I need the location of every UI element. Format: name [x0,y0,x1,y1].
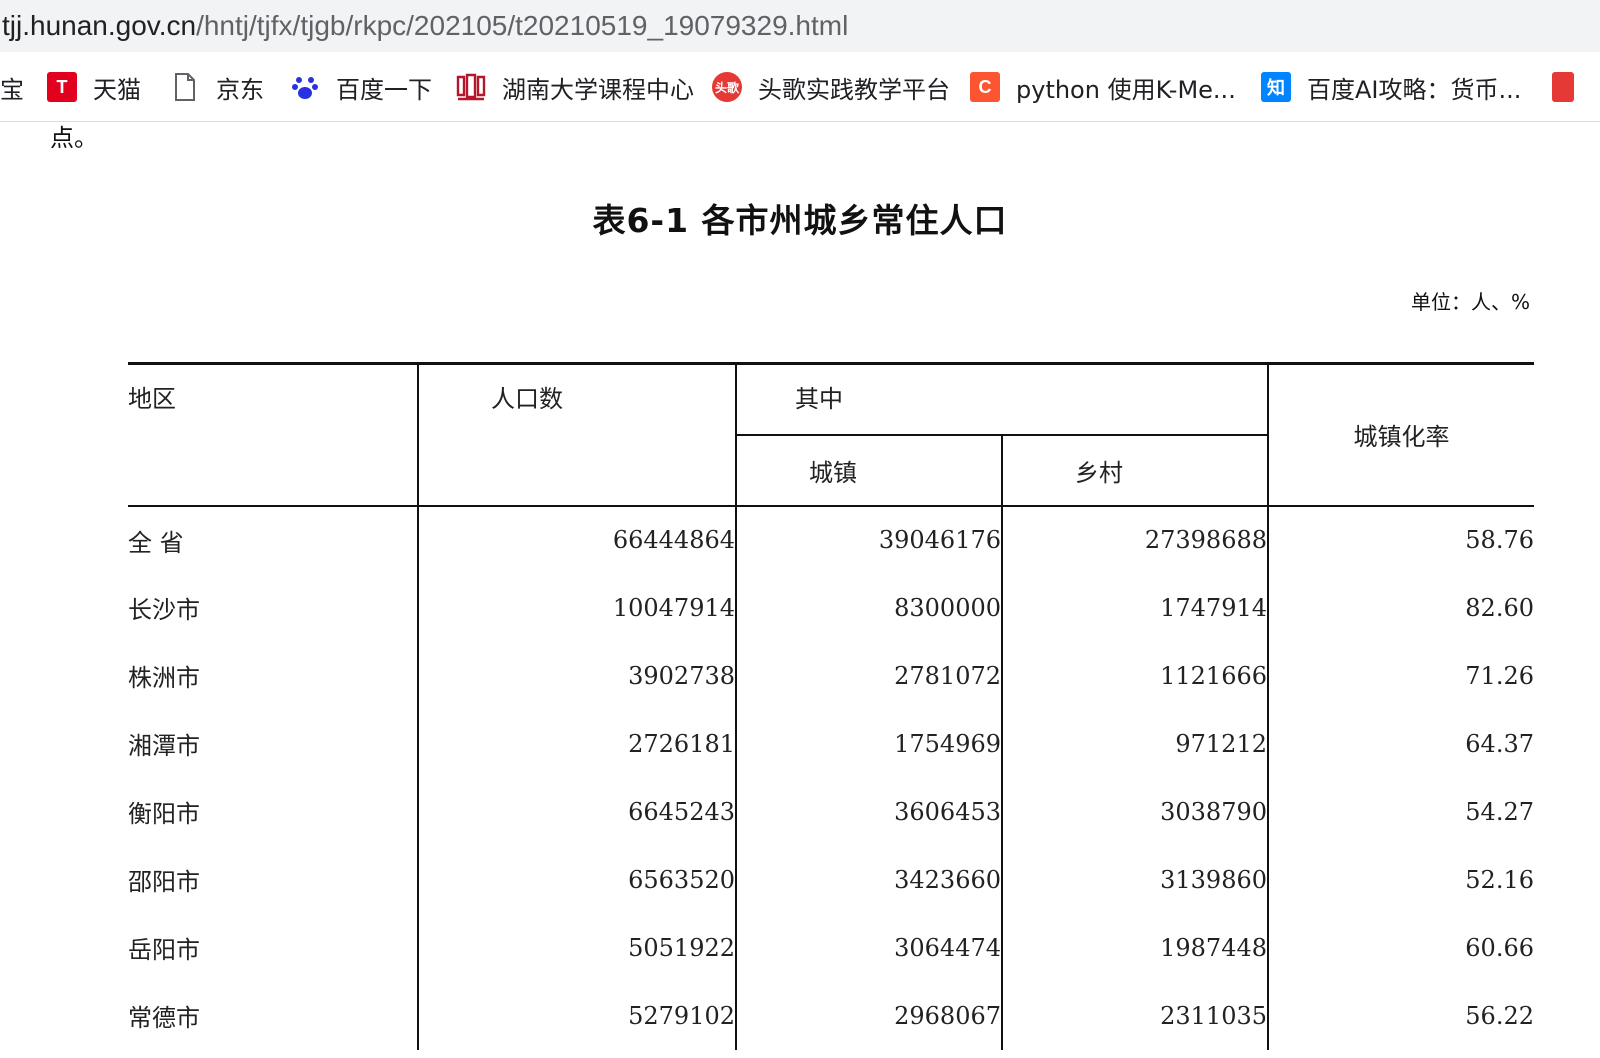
cell-rate: 58.76 [1267,505,1534,574]
table-row: 湘潭市 2726181 1754969 971212 64.37 [128,709,1534,778]
cell-population: 5279102 [417,981,736,1050]
cell-region: 常德市 [128,1004,200,1032]
bookmark-baidu[interactable]: 百度一下 [290,70,432,104]
cell-population: 6563520 [417,845,736,914]
bookmark-label: 宝 [0,75,24,104]
cell-rural: 3038790 [1001,777,1268,846]
cell-urban: 8300000 [735,573,1002,642]
bookmark-hnu[interactable]: 湖南大学课程中心 [456,70,694,104]
header-rural: 乡村 [1001,434,1268,507]
cell-rate: 60.66 [1267,913,1534,982]
header-of-which: 其中 [735,362,1268,436]
bookmark-partial[interactable]: 宝 [0,70,24,104]
hnu-logo-icon [456,72,486,102]
table-row: 衡阳市 6645243 3606453 3038790 54.27 [128,777,1534,846]
cell-urban: 3606453 [735,777,1002,846]
unit-label: 单位：人、% [1410,290,1530,314]
cell-rural: 971212 [1001,709,1268,778]
cell-region: 长沙市 [128,596,200,624]
table-row: 常德市 5279102 2968067 2311035 56.22 [128,981,1534,1050]
bookmark-tmall[interactable]: T 天猫 [47,70,141,104]
page-content: 点。 表6-1 各市州城乡常住人口 单位：人、% 地区 人口数 其中 城镇化率 … [0,122,1600,1058]
cell-urban: 1754969 [735,709,1002,778]
bookmarks-bar: 宝 T 天猫 京东 百度一下 湖南大学课程中心 头歌 头歌实践教学平台 C py… [0,52,1600,122]
header-region: 地区 [128,362,418,507]
cell-region: 全 省 [128,528,184,557]
bookmark-label: 天猫 [93,75,141,104]
baidu-paw-icon [290,72,320,102]
bookmark-zhihu[interactable]: 知 百度AI攻略：货币... [1261,70,1521,104]
bookmark-csdn[interactable]: C python 使用K-Me... [970,70,1236,104]
cell-population: 66444864 [417,505,736,574]
table-title: 表6-1 各市州城乡常住人口 [592,201,1008,240]
bookmark-touge[interactable]: 头歌 头歌实践教学平台 [712,70,950,104]
page-icon [170,72,200,102]
cell-rural: 1121666 [1001,641,1268,710]
cell-rate: 54.27 [1267,777,1534,846]
header-urbanization-rate: 城镇化率 [1267,362,1534,507]
cell-population: 3902738 [417,641,736,710]
cell-rural: 27398688 [1001,505,1268,574]
table-row: 邵阳市 6563520 3423660 3139860 52.16 [128,845,1534,914]
cell-population: 6645243 [417,777,736,846]
zhihu-icon: 知 [1261,72,1291,102]
toutiao-icon [1552,72,1574,102]
csdn-icon: C [970,72,1000,102]
table-row: 岳阳市 5051922 3064474 1987448 60.66 [128,913,1534,982]
header-population: 人口数 [417,362,736,507]
cell-population: 2726181 [417,709,736,778]
cell-region: 衡阳市 [128,800,200,828]
bookmark-label: python 使用K-Me... [1016,75,1236,104]
cell-rate: 56.22 [1267,981,1534,1050]
cell-rural: 2311035 [1001,981,1268,1050]
cell-rate: 82.60 [1267,573,1534,642]
bookmark-label: 百度一下 [336,75,432,104]
cell-rural: 1747914 [1001,573,1268,642]
bookmark-label: 百度AI攻略：货币... [1307,75,1522,104]
url-path: /hntj/tjfx/tjgb/rkpc/202105/t20210519_19… [196,10,849,41]
cell-urban: 2781072 [735,641,1002,710]
table-row: 株洲市 3902738 2781072 1121666 71.26 [128,641,1534,710]
table-row: 全 省 66444864 39046176 27398688 58.76 [128,505,1534,574]
bookmark-label: 湖南大学课程中心 [502,75,694,104]
bookmark-jd[interactable]: 京东 [170,70,264,104]
cell-region: 邵阳市 [128,868,200,896]
cell-population: 5051922 [417,913,736,982]
cell-rural: 1987448 [1001,913,1268,982]
cell-urban: 3064474 [735,913,1002,982]
cell-population: 10047914 [417,573,736,642]
cell-urban: 39046176 [735,505,1002,574]
table-row: 长沙市 10047914 8300000 1747914 82.60 [128,573,1534,642]
intro-text: 点。 [50,124,98,152]
cell-rate: 52.16 [1267,845,1534,914]
bookmark-overflow[interactable] [1552,70,1574,104]
tmall-icon: T [47,72,77,102]
cell-region: 湘潭市 [128,732,200,760]
bookmark-label: 京东 [216,75,264,104]
bookmark-label: 头歌实践教学平台 [758,75,950,104]
cell-urban: 3423660 [735,845,1002,914]
touge-icon: 头歌 [712,72,742,102]
population-table: 地区 人口数 其中 城镇化率 城镇 乡村 全 省 66444864 390461… [128,362,1534,1050]
address-bar[interactable]: tjj.hunan.gov.cn/hntj/tjfx/tjgb/rkpc/202… [0,0,1600,52]
cell-rural: 3139860 [1001,845,1268,914]
cell-rate: 71.26 [1267,641,1534,710]
cell-urban: 2968067 [735,981,1002,1050]
cell-region: 株洲市 [128,664,200,692]
cell-rate: 64.37 [1267,709,1534,778]
header-urban: 城镇 [735,434,1002,507]
url-host: tjj.hunan.gov.cn [2,10,197,41]
cell-region: 岳阳市 [128,936,200,964]
url-text[interactable]: tjj.hunan.gov.cn/hntj/tjfx/tjgb/rkpc/202… [2,6,848,46]
